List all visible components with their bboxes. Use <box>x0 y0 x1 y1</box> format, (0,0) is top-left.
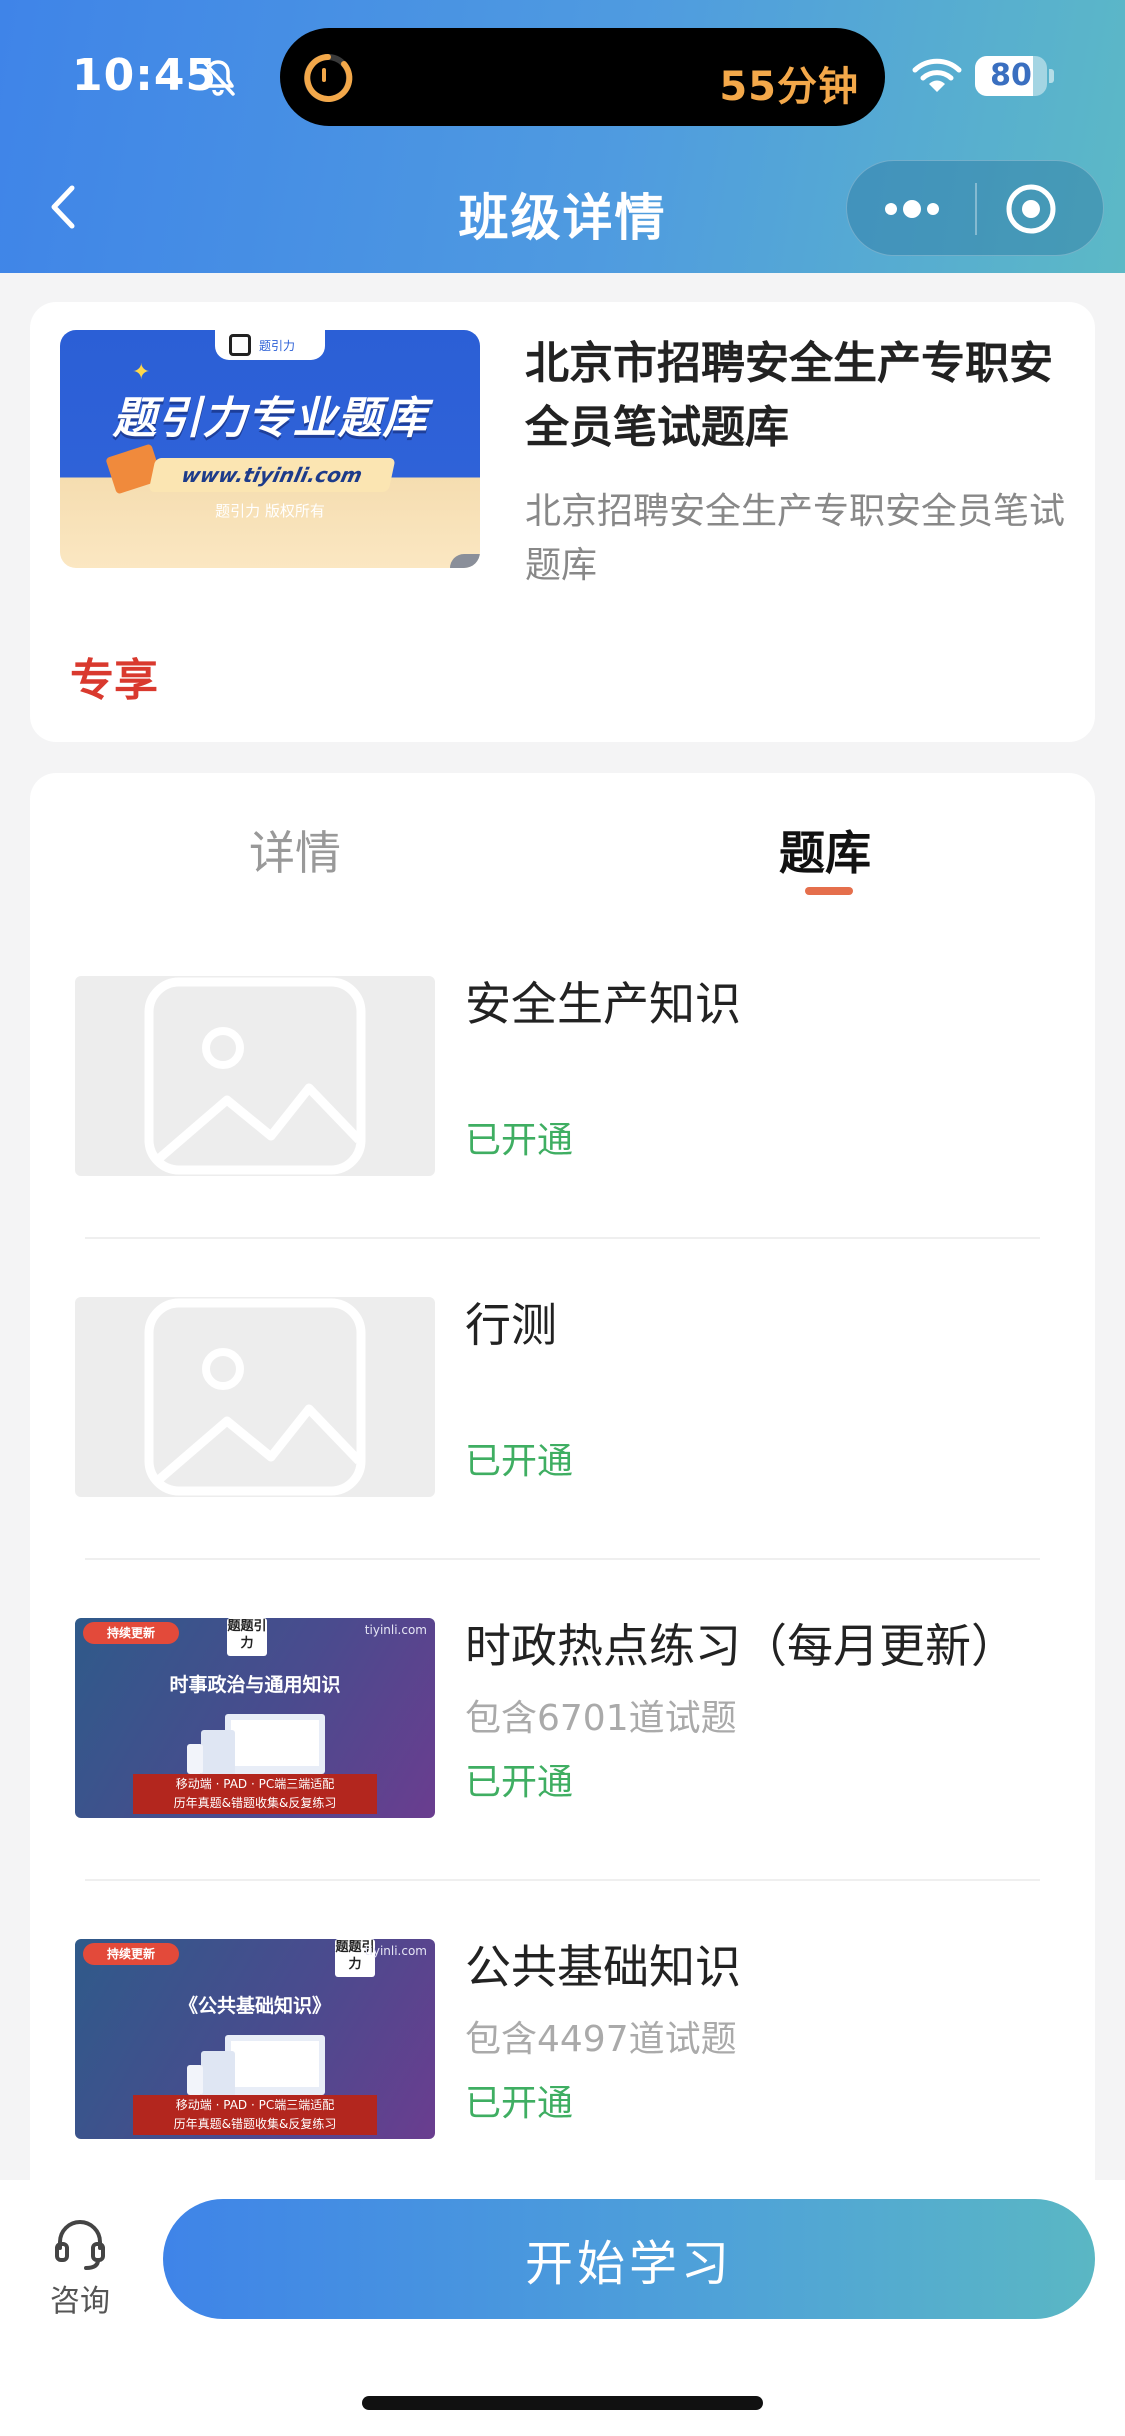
divider <box>85 1237 1040 1239</box>
list-item[interactable]: 持续更新 题题引力 tiyinli.com 时事政治与通用知识 移动端 · PA… <box>30 1561 1095 1881</box>
capsule-divider <box>975 183 977 235</box>
wifi-icon <box>912 58 962 92</box>
bell-slash-icon <box>201 59 235 96</box>
bank-thumbnail: 持续更新 题题引力 tiyinli.com 《公共基础知识》 移动端 · PAD… <box>75 1939 435 2139</box>
bank-thumbnail <box>75 976 435 1176</box>
divider <box>85 1879 1040 1881</box>
promo-ribbon: 移动端 · PAD · PC端三端适配 历年真题&错题收集&反复练习 <box>133 2095 377 2135</box>
divider <box>85 1558 1040 1560</box>
bank-status: 已开通 <box>465 1120 574 1161</box>
promo-heading: 《公共基础知识》 <box>178 1995 331 2017</box>
active-tab-indicator <box>805 887 853 895</box>
promo-ribbon-line: 历年真题&错题收集&反复练习 <box>173 2117 337 2131</box>
image-placeholder-icon <box>144 1298 366 1496</box>
more-dots-icon[interactable] <box>877 183 947 235</box>
promo-logo: 题题引力 <box>227 1618 267 1656</box>
tab-details[interactable]: 详情 <box>95 813 495 893</box>
bank-name: 公共基础知识 <box>465 1940 741 1994</box>
devices-icon <box>187 2035 325 2097</box>
cover-copyright: 题引力 版权所有 <box>215 502 325 520</box>
battery-level: 80 <box>990 58 1032 93</box>
cover-tab: 题引力 <box>215 330 325 360</box>
headset-icon <box>55 2220 105 2270</box>
promo-ribbon-line: 移动端 · PAD · PC端三端适配 <box>175 2098 335 2112</box>
bank-question-count: 包含6701道试题 <box>465 1698 737 1739</box>
bank-name: 时政热点练习（每月更新） <box>465 1619 1017 1673</box>
course-title: 北京市招聘安全生产专职安全员笔试题库 <box>525 338 1053 453</box>
promo-badge: 持续更新 <box>83 1622 179 1644</box>
bank-thumbnail: 持续更新 题题引力 tiyinli.com 时事政治与通用知识 移动端 · PA… <box>75 1618 435 1818</box>
promo-ribbon-line: 移动端 · PAD · PC端三端适配 <box>175 1777 335 1791</box>
course-subtitle: 北京招聘安全生产专职安全员笔试题库 <box>525 491 1066 586</box>
bank-thumbnail <box>75 1297 435 1497</box>
image-placeholder-icon <box>144 977 366 1175</box>
promo-ribbon: 移动端 · PAD · PC端三端适配 历年真题&错题收集&反复练习 <box>133 1774 377 1814</box>
list-item[interactable]: 持续更新 题题引力 tiyinli.com 《公共基础知识》 移动端 · PAD… <box>30 1882 1095 2193</box>
battery-body: 80 <box>975 56 1047 96</box>
course-card: 题引力 ✦ 题引力专业题库 www.tiyinli.com 题引力 版权所有 北… <box>30 302 1095 742</box>
battery-icon: 80 <box>975 56 1054 96</box>
consult-label: 咨询 <box>50 2284 110 2319</box>
dynamic-island[interactable]: 55分钟 <box>280 28 885 126</box>
header: 10:45 55分钟 80 班级详情 <box>0 0 1125 273</box>
bank-status: 已开通 <box>465 1441 574 1482</box>
list-item[interactable]: 安全生产知识 已开通 <box>30 919 1095 1239</box>
start-learning-button[interactable]: 开始学习 <box>163 2199 1095 2319</box>
cover-title: 题引力专业题库 <box>112 393 428 444</box>
main-panel: 详情 题库 安全生产知识 已开通 行测 已开通 持续更新 题题引力 tiyinl… <box>30 773 1095 2193</box>
course-cover-image: 题引力 ✦ 题引力专业题库 www.tiyinli.com 题引力 版权所有 <box>60 330 480 568</box>
cover-url: www.tiyinli.com <box>148 458 396 492</box>
timer-ring-icon <box>304 54 353 102</box>
promo-badge: 持续更新 <box>83 1943 179 1965</box>
bank-status: 已开通 <box>465 2083 574 2124</box>
home-indicator[interactable] <box>362 2396 763 2410</box>
bank-question-count: 包含4497道试题 <box>465 2019 737 2060</box>
tab-question-bank[interactable]: 题库 <box>625 813 1025 893</box>
promo-heading: 时事政治与通用知识 <box>169 1674 341 1696</box>
promo-site: tiyinli.com <box>364 1944 427 1958</box>
cover-tab-text: 题引力 <box>259 339 296 353</box>
promo-site: tiyinli.com <box>364 1623 427 1637</box>
target-circle-icon[interactable] <box>1003 181 1059 237</box>
cover-logo-icon <box>229 334 251 356</box>
devices-icon <box>187 1714 325 1776</box>
consult-button[interactable]: 咨询 <box>30 2210 130 2320</box>
promo-ribbon-line: 历年真题&错题收集&反复练习 <box>173 1796 337 1810</box>
cover-corner <box>450 554 480 568</box>
bank-name: 安全生产知识 <box>465 977 741 1031</box>
list-item[interactable]: 行测 已开通 <box>30 1240 1095 1560</box>
timer-remaining: 55分钟 <box>719 64 859 110</box>
mini-program-capsule <box>846 160 1104 256</box>
exclusive-tag: 专享 <box>70 655 158 706</box>
bank-name: 行测 <box>465 1298 557 1352</box>
bank-status: 已开通 <box>465 1762 574 1803</box>
battery-tip <box>1049 69 1054 83</box>
